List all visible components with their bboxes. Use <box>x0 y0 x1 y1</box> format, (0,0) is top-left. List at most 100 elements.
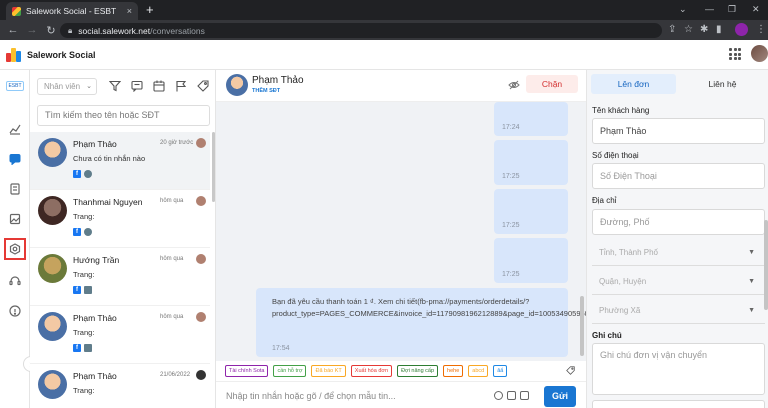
chrome-menu-icon[interactable]: ⋮ <box>756 24 766 35</box>
tag-filter-icon[interactable] <box>197 80 209 92</box>
quick-reply-tag[interactable]: cần hỗ trợ <box>273 365 307 377</box>
contact-name: Hướng Trần <box>73 255 120 265</box>
conversation-item[interactable]: Phạm Thảo 21/06/2022 Trang: <box>30 364 210 408</box>
chat-filter-icon[interactable] <box>131 80 143 92</box>
messenger-icon <box>84 170 92 178</box>
conversation-search-input[interactable]: Tìm kiếm theo tên hoặc SĐT <box>37 105 210 126</box>
calendar-filter-icon[interactable] <box>153 80 165 92</box>
quick-reply-tag[interactable]: hehe <box>443 365 464 377</box>
assigned-staff-avatar <box>196 196 206 206</box>
quick-reply-tag[interactable]: Xuất hóa đơn <box>350 365 393 377</box>
message-bubble: 17:25 <box>494 238 568 283</box>
template-message-icon[interactable] <box>520 391 529 400</box>
message-text: Bạn đã yêu cầu thanh toán 1 ₫. Xem chi t… <box>272 297 586 318</box>
quick-reply-tag[interactable]: Đã báo KT <box>311 365 346 377</box>
browser-tab[interactable]: Salework Social - ESBT × <box>6 2 138 20</box>
facebook-icon: f <box>73 170 81 178</box>
block-button[interactable]: Chặn <box>526 75 578 93</box>
quick-reply-tag[interactable]: abcd <box>468 365 489 377</box>
tab-create-order[interactable]: Lên đơn <box>591 74 676 94</box>
customer-name-field[interactable]: Phạm Thảo <box>592 118 765 144</box>
order-note-field[interactable] <box>592 400 765 408</box>
contact-avatar <box>38 370 67 399</box>
nav-orders-icon[interactable] <box>6 180 24 198</box>
contact-name: Phạm Thảo <box>73 371 117 381</box>
flag-filter-icon[interactable] <box>175 80 187 92</box>
emoji-icon[interactable] <box>494 391 503 400</box>
shipping-note-field[interactable]: Ghi chú đơn vị vận chuyển <box>592 343 765 395</box>
restore-icon[interactable]: ❐ <box>728 4 736 15</box>
bookmark-star-icon[interactable]: ☆ <box>684 24 693 35</box>
street-address-field[interactable]: Đường, Phố <box>592 209 765 235</box>
browser-profile-avatar[interactable] <box>735 23 748 36</box>
conversation-item[interactable]: Hướng Trần hôm qua Trang: f <box>30 248 210 306</box>
tab-close-icon[interactable]: × <box>127 6 132 16</box>
nav-conversations-icon[interactable] <box>6 150 24 168</box>
order-panel-scrollbar[interactable] <box>764 220 768 310</box>
province-select[interactable]: Tỉnh, Thành Phố ▼ <box>592 240 765 266</box>
conversation-item[interactable]: Thanhmai Nguyen hôm qua Trang: f <box>30 190 210 248</box>
address-bar[interactable]: 🔒︎ social.salework.net/conversations <box>60 23 662 38</box>
image-upload-icon[interactable] <box>507 391 516 400</box>
nav-help-icon[interactable] <box>6 302 24 320</box>
add-phone-link[interactable]: THÊM SĐT <box>252 88 280 94</box>
nav-support-icon[interactable] <box>6 272 24 290</box>
tag-icon[interactable] <box>566 366 575 375</box>
assigned-staff-avatar <box>196 254 206 264</box>
share-icon[interactable]: ⇪ <box>668 24 676 35</box>
tab-contact[interactable]: Liên hệ <box>680 74 765 94</box>
nav-media-icon[interactable] <box>6 210 24 228</box>
url-domain: social.salework.net <box>78 25 151 36</box>
message-time: 17:25 <box>502 222 520 229</box>
apps-grid-icon[interactable] <box>729 48 741 60</box>
side-panel-icon[interactable]: ▮ <box>716 24 722 35</box>
forward-icon[interactable]: → <box>26 24 38 36</box>
chevron-down-icon: ▼ <box>748 307 755 314</box>
message-bubble: 17:25 <box>494 189 568 234</box>
message-bubble: 17:24 <box>494 102 568 136</box>
messenger-icon <box>84 228 92 236</box>
browser-toolbar: ← → ↻ 🔒︎ social.salework.net/conversatio… <box>0 20 768 40</box>
eye-off-icon[interactable] <box>508 80 520 90</box>
conversation-time: hôm qua <box>160 314 184 320</box>
extensions-icon[interactable]: ✱ <box>700 24 708 35</box>
nav-settings-icon[interactable] <box>4 238 26 260</box>
minimize-icon[interactable]: — <box>705 4 714 14</box>
back-icon[interactable]: ← <box>7 24 19 36</box>
staff-filter-select[interactable]: Nhân viên ⌄ <box>37 78 97 95</box>
customer-name-label: Tên khách hàng <box>592 106 650 115</box>
conversation-item[interactable]: Phạm Thảo 20 giờ trước Chưa có tin nhắn … <box>30 132 210 190</box>
lock-icon: 🔒︎ <box>68 25 73 35</box>
quick-reply-tag[interactable]: âẩ <box>493 365 508 377</box>
quick-reply-tag[interactable]: Đợi nâng cấp <box>397 365 439 377</box>
conversation-list-scrollbar[interactable] <box>212 132 215 202</box>
contact-name: Phạm Thảo <box>73 313 117 323</box>
conversation-preview: Trang: <box>73 270 95 279</box>
conversation-preview: Trang: <box>73 328 95 337</box>
assigned-staff-avatar <box>196 138 206 148</box>
chevron-down-icon: ⌄ <box>86 83 92 90</box>
close-window-icon[interactable]: ✕ <box>752 4 760 15</box>
conversation-item[interactable]: Phạm Thảo hôm qua Trang: f <box>30 306 210 364</box>
conversation-preview: Chưa có tin nhắn nào <box>73 154 146 163</box>
quick-reply-tag[interactable]: Tài chính Sota <box>225 365 269 377</box>
conversation-list: Phạm Thảo 20 giờ trước Chưa có tin nhắn … <box>30 132 210 408</box>
app-title: Salework Social <box>27 49 96 60</box>
message-input[interactable]: Nhập tin nhắn hoặc gõ / để chọn mẫu tin.… <box>226 391 396 401</box>
phone-field[interactable]: Số Điện Thoại <box>592 163 765 189</box>
user-avatar[interactable] <box>751 45 768 62</box>
assigned-staff-avatar <box>196 370 206 380</box>
shop-logo-icon[interactable]: ESBT <box>6 81 24 91</box>
conversation-time: hôm qua <box>160 198 184 204</box>
new-tab-button[interactable]: + <box>146 3 154 16</box>
browser-tab-bar: Salework Social - ESBT × + ⌄ — ❐ ✕ <box>0 0 768 20</box>
nav-analytics-icon[interactable] <box>6 120 24 138</box>
district-select[interactable]: Quận, Huyện ▼ <box>592 269 765 295</box>
send-button[interactable]: Gửi <box>544 386 576 407</box>
funnel-filter-icon[interactable] <box>109 80 121 92</box>
ward-select[interactable]: Phường Xã ▼ <box>592 298 765 324</box>
reload-icon[interactable]: ↻ <box>45 24 57 37</box>
message-thread-scrollbar[interactable] <box>580 296 584 356</box>
tab-search-icon[interactable]: ⌄ <box>679 4 687 15</box>
conversation-time: hôm qua <box>160 256 184 262</box>
